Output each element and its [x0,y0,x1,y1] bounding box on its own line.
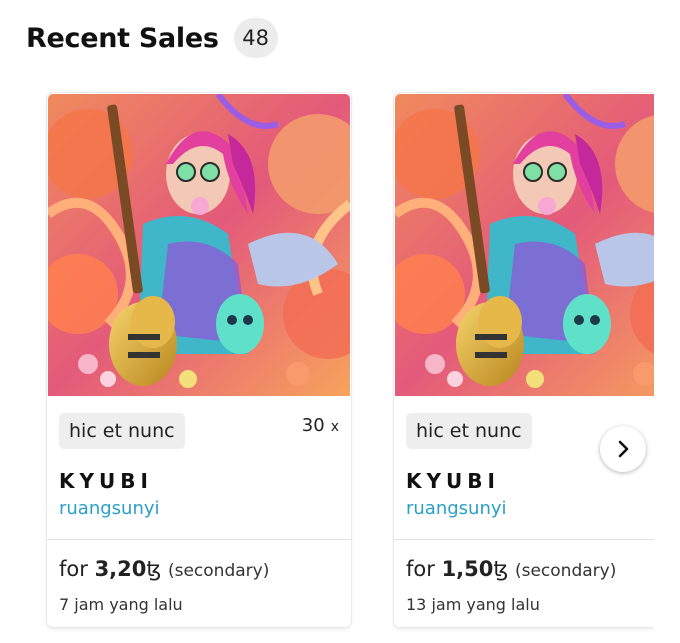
artwork-image[interactable] [395,94,654,396]
sale-timestamp: 7 jam yang lalu [59,595,183,614]
artist-link[interactable]: ruangsunyi [406,498,507,519]
artwork-image[interactable] [48,94,350,396]
platform-tag[interactable]: hic et nunc [59,413,185,449]
edition-count: 30 x [301,415,339,436]
sale-price: for 3,20ꜩ (secondary) [59,557,270,581]
tezos-icon: ꜩ [146,557,162,581]
section-header: Recent Sales 48 [26,18,278,58]
sales-count-badge: 48 [233,18,278,58]
sales-carousel[interactable]: hic et nunc 30 x KYUBI ruangsunyi for 3,2… [0,86,654,643]
sale-price: for 1,50ꜩ (secondary) [406,557,617,581]
carousel-next-button[interactable] [600,426,646,472]
artist-link[interactable]: ruangsunyi [59,498,160,519]
tezos-icon: ꜩ [493,557,509,581]
sale-card[interactable]: hic et nunc 3 KYUBI ruangsunyi for 1,50ꜩ… [394,93,654,627]
section-title: Recent Sales [26,22,219,54]
sale-card[interactable]: hic et nunc 30 x KYUBI ruangsunyi for 3,2… [47,93,351,627]
sale-timestamp: 13 jam yang lalu [406,595,540,614]
platform-tag[interactable]: hic et nunc [406,413,532,449]
card-divider [394,539,654,540]
chevron-right-icon [618,440,629,458]
artwork-title[interactable]: KYUBI [406,469,500,493]
card-divider [47,539,351,540]
artwork-title[interactable]: KYUBI [59,469,153,493]
